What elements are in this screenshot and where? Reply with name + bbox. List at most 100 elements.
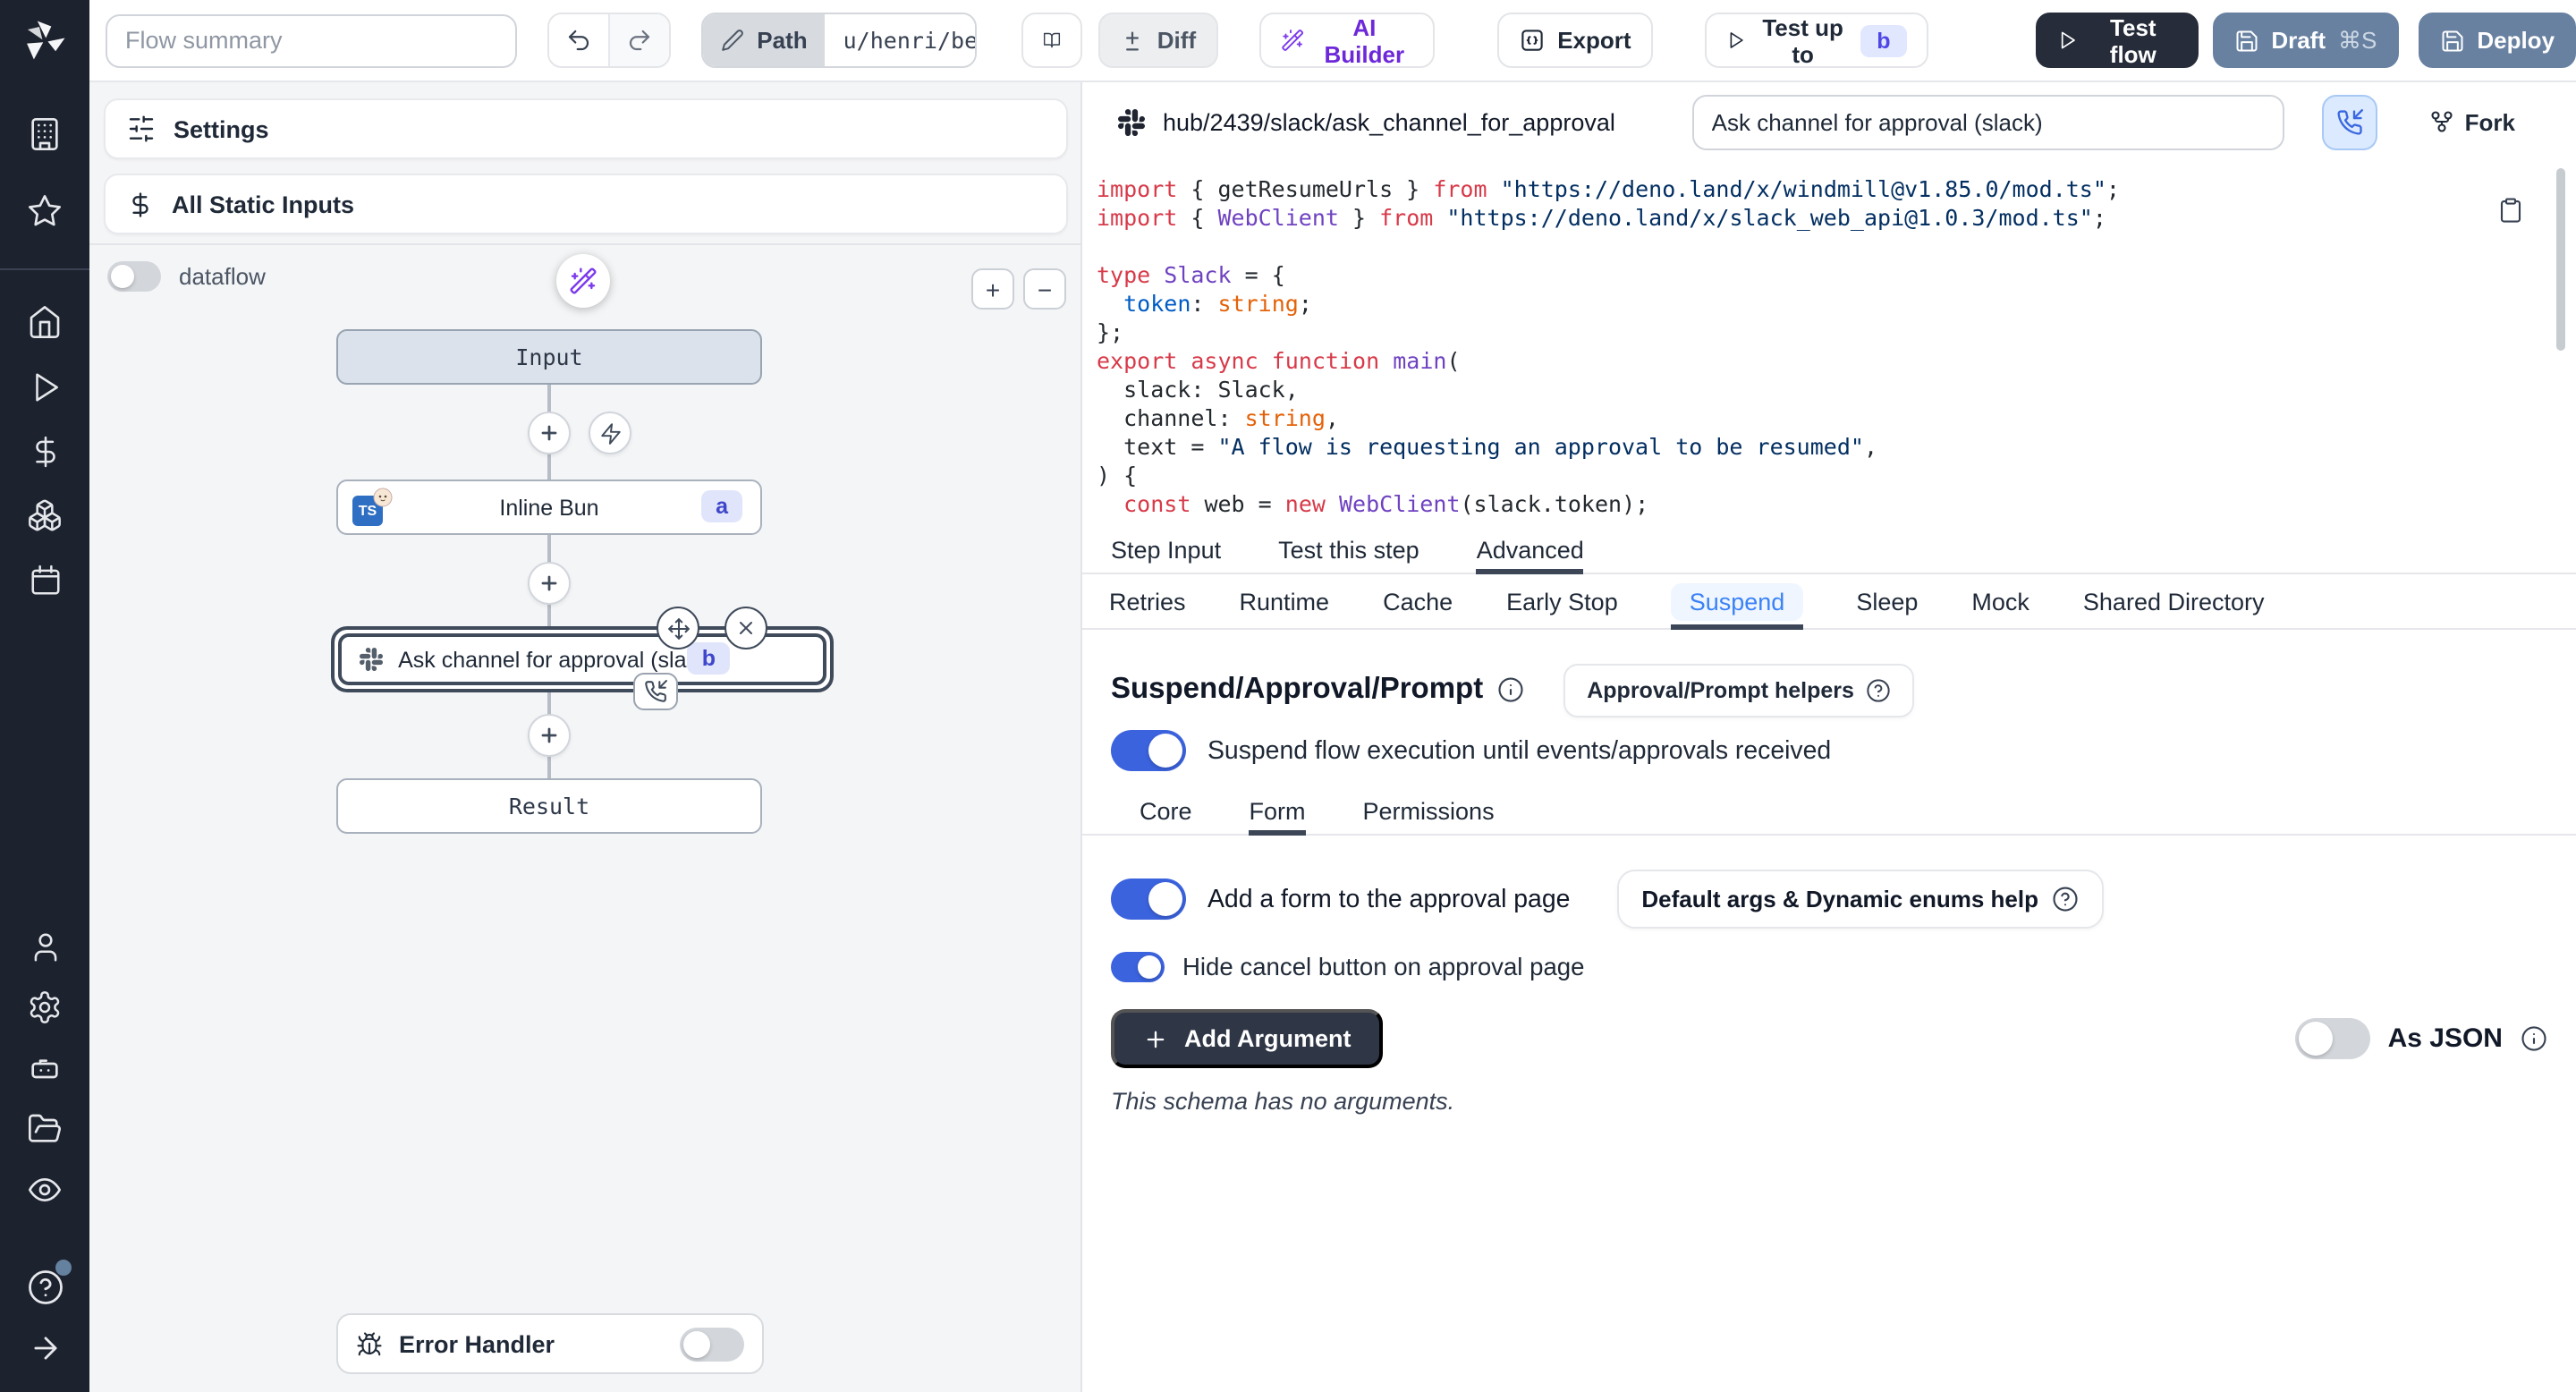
sidebar-item-home[interactable] [13,299,77,345]
node-input[interactable]: Input [336,329,762,385]
test-flow-button[interactable]: Test flow [2036,13,2199,68]
flow-settings-button[interactable]: Settings [104,98,1068,159]
help-circle-icon [1867,677,1892,702]
code-scrollbar[interactable] [2556,168,2565,351]
tab-suspend[interactable]: Suspend [1672,574,1803,628]
all-static-inputs-button[interactable]: All Static Inputs [104,174,1068,234]
tab-core[interactable]: Core [1140,787,1192,834]
approval-form-toggle[interactable] [1111,878,1186,920]
copy-code-button[interactable] [2497,197,2524,224]
windmill-logo-icon[interactable] [21,18,68,64]
sidebar-item-favorites[interactable] [13,188,77,234]
insert-step-button[interactable] [528,714,571,757]
dataflow-toggle-row: dataflow [107,261,266,292]
code-editor[interactable]: import { getResumeUrls } from "https://d… [1082,161,2576,526]
tab-sleep[interactable]: Sleep [1856,574,1918,628]
help-notification-dot [55,1260,72,1276]
sidebar-item-workers[interactable] [13,1045,77,1091]
step-detail-panel: hub/2439/slack/ask_channel_for_approval … [1082,82,2576,1392]
deploy-button[interactable]: Deploy [2418,13,2576,68]
tab-test-this-step[interactable]: Test this step [1278,526,1419,573]
dataflow-toggle[interactable] [107,261,161,292]
node-inline-bun[interactable]: TS Inline Bun a [336,480,762,535]
tab-permissions[interactable]: Permissions [1363,787,1495,834]
bug-icon [356,1330,383,1357]
ai-flow-wand-button[interactable] [556,254,610,308]
plus-icon [537,723,562,748]
as-json-control: As JSON [2295,1018,2547,1059]
default-args-help-button[interactable]: Default args & Dynamic enums help [1616,870,2105,929]
error-handler-label: Error Handler [399,1330,555,1357]
sidebar-divider [0,268,89,270]
step-header: hub/2439/slack/ask_channel_for_approval … [1082,82,2576,161]
sidebar-item-users[interactable] [13,923,77,970]
tab-retries[interactable]: Retries [1109,574,1186,628]
delete-step-button[interactable] [724,607,767,649]
phone-incoming-icon [644,680,667,703]
tab-form[interactable]: Form [1250,787,1306,834]
step-title-input[interactable] [1692,94,2284,149]
dollar-icon [127,191,154,217]
sidebar-item-schedules[interactable] [13,556,77,603]
boxes-icon [27,497,63,533]
add-argument-button[interactable]: Add Argument [1111,1009,1384,1068]
content: Settings All Static Inputs dataflow + − [89,82,2576,1392]
play-icon [28,369,62,403]
as-json-toggle[interactable] [2295,1018,2370,1059]
approval-prompt-helpers-button[interactable]: Approval/Prompt helpers [1563,663,1915,717]
add-argument-row: Add Argument As JSON [1082,1009,2576,1068]
export-button[interactable]: Export [1496,13,1652,68]
sidebar-item-audit-logs[interactable] [13,1167,77,1213]
flow-summary-input[interactable] [106,13,516,67]
zoom-out-button[interactable]: − [1023,268,1066,310]
node-label: Ask channel for approval (slack) [398,647,716,672]
docs-button[interactable] [1021,13,1082,68]
tab-advanced[interactable]: Advanced [1477,526,1584,573]
sidebar-expand-button[interactable] [13,1324,77,1371]
tab-shared-directory[interactable]: Shared Directory [2083,574,2265,628]
undo-button[interactable] [548,14,608,66]
zoom-in-button[interactable]: + [971,268,1014,310]
save-draft-button[interactable]: Draft ⌘S [2212,13,2398,68]
diff-button[interactable]: Diff [1098,13,1217,68]
code-line: }; [1097,318,2576,347]
sidebar-item-runs[interactable] [13,363,77,410]
move-step-button[interactable] [657,607,699,649]
code-line [1097,233,2576,261]
error-handler-toggle[interactable] [680,1327,744,1361]
ai-builder-button[interactable]: AI Builder [1258,13,1434,68]
tab-mock[interactable]: Mock [1971,574,2029,628]
sidebar-item-resources[interactable] [13,492,77,539]
sidebar-item-folders[interactable] [13,1106,77,1152]
suspend-heading: Suspend/Approval/Prompt [1111,673,1483,707]
insert-step-button[interactable] [528,562,571,605]
tab-runtime[interactable]: Runtime [1240,574,1330,628]
sidebar-item-help[interactable] [13,1263,77,1310]
trigger-button[interactable] [589,412,631,454]
insert-step-button[interactable] [528,412,571,454]
tab-cache[interactable]: Cache [1383,574,1453,628]
suspend-approval-button[interactable] [2322,94,2377,149]
redo-button[interactable] [609,14,670,66]
suspend-toggle[interactable] [1111,730,1186,771]
play-icon [2057,29,2078,52]
empty-schema-text: This schema has no arguments. [1082,1088,2576,1115]
tab-early-stop[interactable]: Early Stop [1506,574,1618,628]
tab-step-input[interactable]: Step Input [1111,526,1221,573]
hide-cancel-toggle[interactable] [1111,952,1165,982]
step-id-badge: a [701,490,742,522]
sidebar-item-variables[interactable] [13,428,77,474]
path-label: Path [703,14,825,66]
code-line: import { WebClient } from "https://deno.… [1097,204,2576,233]
save-icon [2439,28,2464,53]
hub-script-path: hub/2439/slack/ask_channel_for_approval [1163,108,1678,135]
node-result[interactable]: Result [336,778,762,834]
lightning-icon [598,421,622,445]
test-up-to-button[interactable]: Test up to b [1705,13,1928,68]
as-json-label: As JSON [2388,1023,2503,1054]
path-group[interactable]: Path u/henri/ben [701,13,977,68]
sidebar-item-workspace[interactable] [13,111,77,157]
top-toolbar: Path u/henri/ben Diff AI Builder Export [89,0,2576,82]
sidebar-item-settings[interactable] [13,984,77,1031]
fork-button[interactable]: Fork [2429,108,2515,135]
